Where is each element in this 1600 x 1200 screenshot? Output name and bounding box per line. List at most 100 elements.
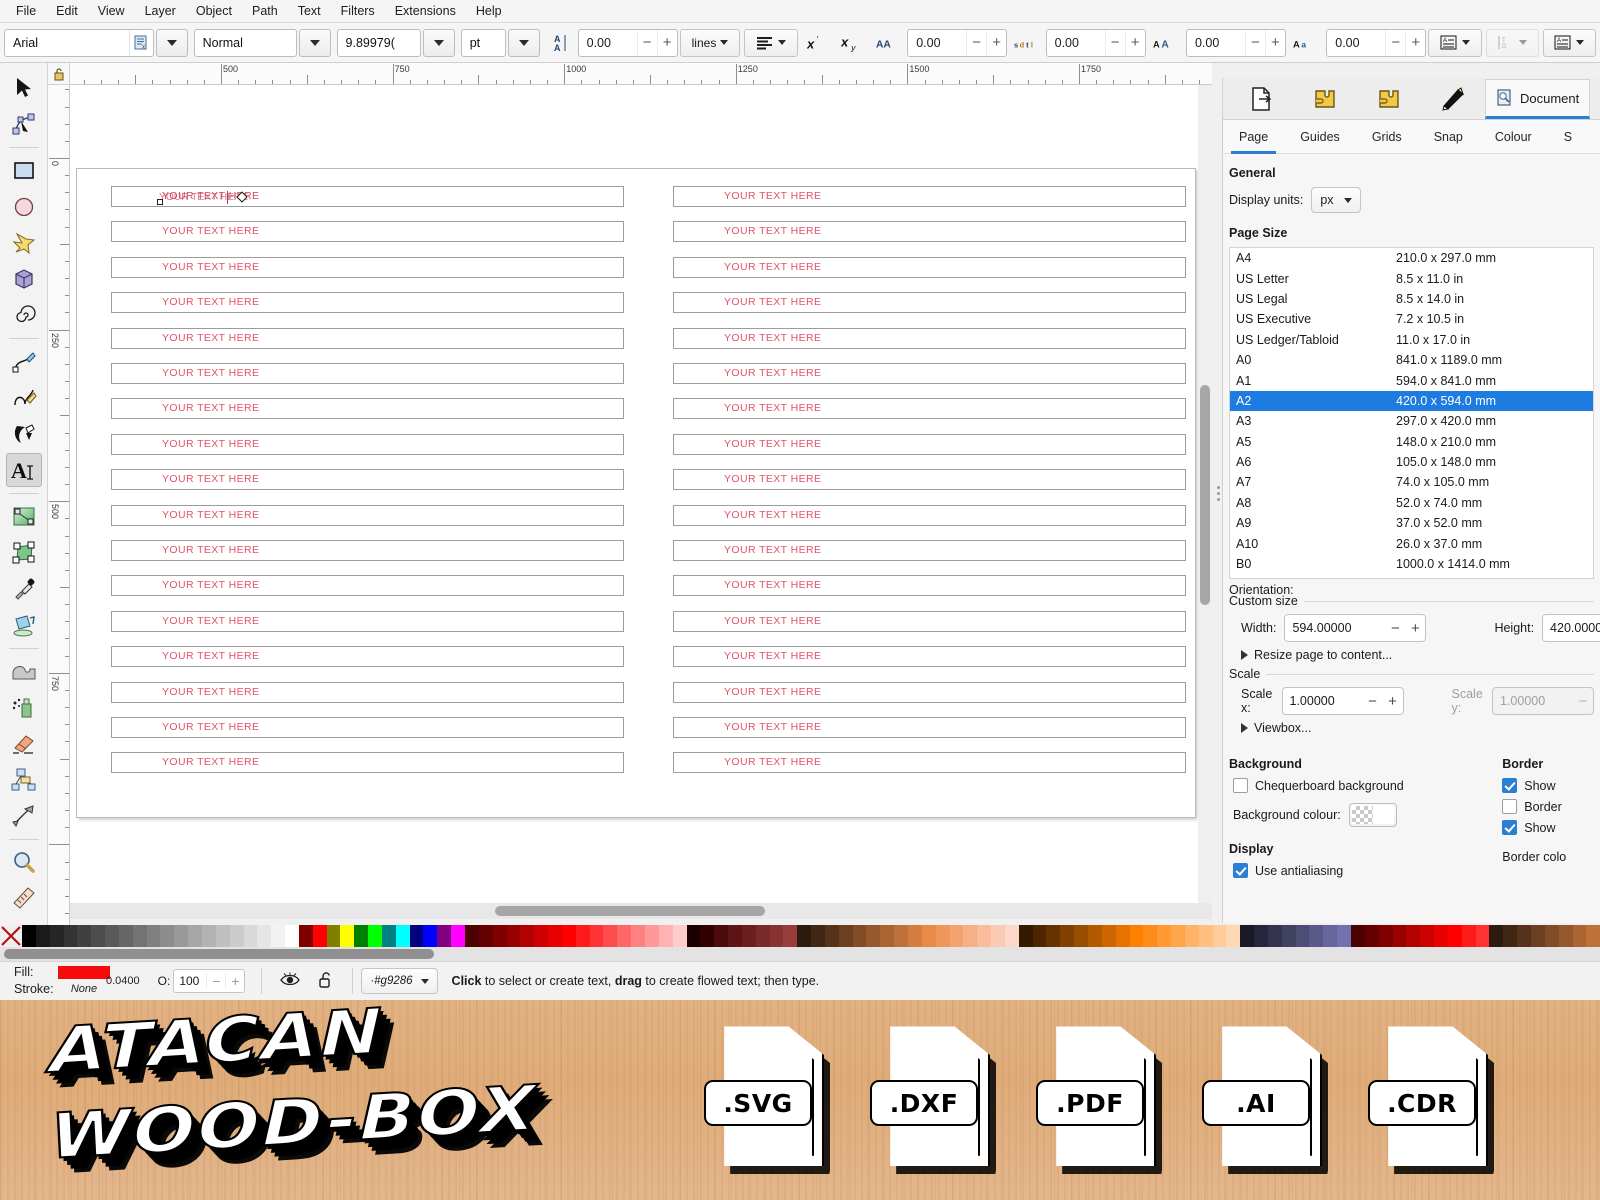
border-on-top-row[interactable]: Border bbox=[1502, 796, 1600, 817]
palette-swatch[interactable] bbox=[1309, 925, 1324, 947]
palette-swatch[interactable] bbox=[548, 925, 562, 947]
menu-text[interactable]: Text bbox=[288, 1, 331, 21]
menu-edit[interactable]: Edit bbox=[46, 1, 88, 21]
subtab-guides[interactable]: Guides bbox=[1284, 120, 1356, 154]
zoom-tool[interactable] bbox=[6, 846, 42, 880]
page-size-row[interactable]: A7 74.0 x 105.0 mm bbox=[1230, 472, 1593, 492]
palette-swatch[interactable] bbox=[1406, 925, 1421, 947]
text-box[interactable]: YOUR TEXT HERE bbox=[673, 575, 1186, 597]
opacity-minus[interactable]: − bbox=[206, 973, 225, 989]
page-size-row[interactable]: US Executive 7.2 x 10.5 in bbox=[1230, 309, 1593, 329]
no-colour-swatch[interactable] bbox=[0, 925, 22, 947]
palette-swatch[interactable] bbox=[409, 925, 424, 947]
text-box[interactable]: YOUR TEXT HERE bbox=[673, 256, 1186, 278]
palette-swatch[interactable] bbox=[908, 925, 922, 947]
eraser-tool[interactable] bbox=[6, 727, 42, 761]
line-spacing-plus[interactable]: + bbox=[656, 29, 677, 56]
palette-swatch[interactable] bbox=[1198, 925, 1213, 947]
line-spacing-unit-combo[interactable]: lines bbox=[679, 28, 741, 57]
tweak-tool[interactable] bbox=[6, 655, 42, 689]
palette-swatch[interactable] bbox=[1171, 925, 1185, 947]
palette-swatch[interactable] bbox=[534, 925, 549, 947]
text-tool[interactable]: A bbox=[5, 453, 42, 487]
canvas-area[interactable]: YOUR TEXT HERE YOUR TEXT HERE YOUR TEXT HE… bbox=[70, 85, 1212, 903]
fill-stroke-tab[interactable] bbox=[1421, 79, 1485, 119]
resize-page-to-content-toggle[interactable]: Resize page to content... bbox=[1229, 642, 1594, 666]
palette-swatch[interactable] bbox=[381, 925, 396, 947]
objects-tab[interactable] bbox=[1357, 79, 1421, 119]
palette-swatch[interactable] bbox=[1281, 925, 1296, 947]
menu-path[interactable]: Path bbox=[242, 1, 288, 21]
superscript-button[interactable]: x ' bbox=[802, 29, 833, 57]
palette-swatch[interactable] bbox=[285, 925, 299, 947]
text-box[interactable]: YOUR TEXT HERE bbox=[673, 752, 1186, 774]
page-size-row[interactable]: US Ledger/Tabloid 11.0 x 17.0 in bbox=[1230, 330, 1593, 350]
palette-swatch[interactable] bbox=[977, 925, 992, 947]
palette-swatch[interactable] bbox=[423, 925, 438, 947]
palette-swatch[interactable] bbox=[340, 925, 355, 947]
scroll-thumb[interactable] bbox=[495, 906, 765, 916]
text-anchor-handle[interactable] bbox=[157, 199, 163, 205]
selector-tool[interactable] bbox=[6, 71, 42, 105]
palette-swatch[interactable] bbox=[1184, 925, 1199, 947]
subtab-page[interactable]: Page bbox=[1223, 120, 1284, 154]
palette-swatch[interactable] bbox=[215, 925, 230, 947]
canvas-horizontal-scrollbar[interactable] bbox=[70, 903, 1212, 919]
text-box[interactable]: YOUR TEXT HERE bbox=[673, 327, 1186, 349]
line-spacing-spin[interactable]: 0.00 − + bbox=[577, 28, 678, 57]
palette-swatch[interactable] bbox=[894, 925, 908, 947]
text-box[interactable]: YOUR TEXT HERE bbox=[673, 681, 1186, 703]
palette-swatch[interactable] bbox=[561, 925, 576, 947]
palette-swatch[interactable] bbox=[1254, 925, 1268, 947]
palette-swatch[interactable] bbox=[603, 925, 618, 947]
palette-swatch[interactable] bbox=[1530, 925, 1545, 947]
font-style-combo[interactable]: Normal bbox=[193, 28, 297, 57]
menu-object[interactable]: Object bbox=[186, 1, 242, 21]
text-box[interactable]: YOUR TEXT HERE bbox=[111, 398, 624, 420]
palette-swatch[interactable] bbox=[755, 925, 770, 947]
text-box[interactable]: YOUR TEXT HERE bbox=[111, 469, 624, 491]
text-box[interactable]: YOUR TEXT HERE bbox=[111, 327, 624, 349]
bezier-tool[interactable] bbox=[6, 381, 42, 415]
text-box[interactable]: YOUR TEXT HERE bbox=[111, 256, 624, 278]
horizontal-ruler[interactable]: 500 750 1000 1250 1500 1750 bbox=[70, 63, 1212, 85]
export-tab[interactable] bbox=[1229, 79, 1293, 119]
palette-swatch[interactable] bbox=[880, 925, 895, 947]
text-box[interactable]: YOUR TEXT HERE bbox=[111, 504, 624, 526]
palette-swatch[interactable] bbox=[146, 925, 161, 947]
palette-swatch[interactable] bbox=[1087, 925, 1102, 947]
fill-swatch[interactable] bbox=[58, 966, 110, 979]
palette-swatch[interactable] bbox=[617, 925, 632, 947]
palette-swatch[interactable] bbox=[1420, 925, 1435, 947]
border-show-shadow-checkbox[interactable] bbox=[1502, 820, 1518, 835]
palette-swatch[interactable] bbox=[700, 925, 715, 947]
palette-swatch[interactable] bbox=[852, 925, 867, 947]
antialiasing-row[interactable]: Use antialiasing bbox=[1223, 860, 1502, 881]
page-size-row[interactable]: A3 297.0 x 420.0 mm bbox=[1230, 411, 1593, 431]
palette-swatch[interactable] bbox=[160, 925, 175, 947]
page-size-row[interactable]: A10 26.0 x 37.0 mm bbox=[1230, 533, 1593, 553]
palette-swatch[interactable] bbox=[1544, 925, 1559, 947]
text-box[interactable]: YOUR TEXT HERE bbox=[111, 540, 624, 561]
kern-vertical-spin[interactable]: 0.00 − + bbox=[1326, 28, 1427, 57]
gradient-tool[interactable] bbox=[6, 500, 42, 534]
text-box[interactable]: YOUR TEXT HERE bbox=[673, 292, 1186, 314]
measure-tool[interactable] bbox=[6, 882, 42, 916]
subtab-colour[interactable]: Colour bbox=[1479, 120, 1548, 154]
text-box[interactable]: YOUR TEXT HERE bbox=[673, 717, 1186, 738]
letter-spacing-minus[interactable]: − bbox=[1104, 29, 1125, 56]
font-size-unit-combo[interactable]: pt bbox=[460, 28, 506, 57]
palette-swatch[interactable] bbox=[174, 925, 189, 947]
palette-swatch[interactable] bbox=[1461, 925, 1476, 947]
lpe-tool[interactable] bbox=[6, 799, 42, 833]
page-size-row[interactable]: A4 210.0 x 297.0 mm bbox=[1230, 248, 1593, 268]
palette-swatch[interactable] bbox=[229, 925, 244, 947]
stroke-value[interactable]: None bbox=[58, 983, 110, 996]
palette-swatch[interactable] bbox=[1586, 925, 1600, 947]
text-box[interactable]: YOUR TEXT HERE bbox=[673, 433, 1186, 455]
font-family-dropdown[interactable] bbox=[155, 28, 188, 57]
background-colour-swatch[interactable] bbox=[1348, 803, 1397, 827]
palette-swatch[interactable] bbox=[921, 925, 936, 947]
menu-help[interactable]: Help bbox=[466, 1, 512, 21]
palette-swatch[interactable] bbox=[1032, 925, 1047, 947]
